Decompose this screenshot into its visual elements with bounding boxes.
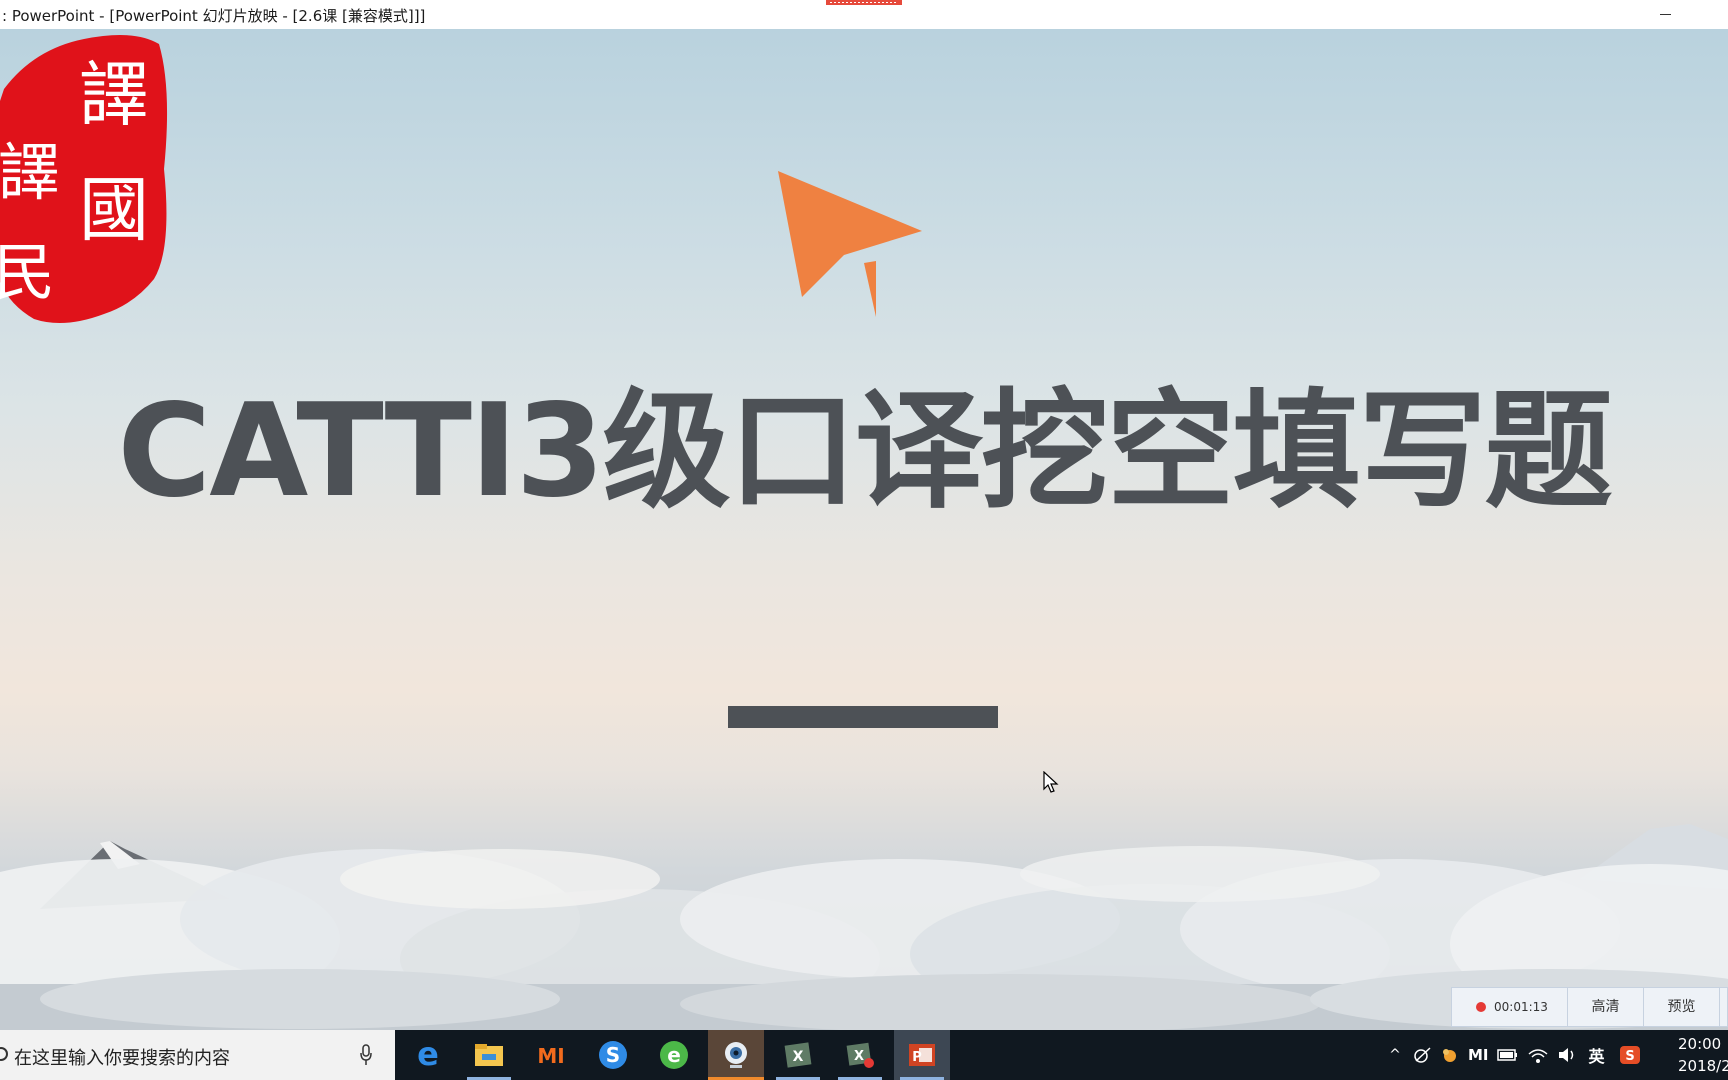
taskbar-app-mi[interactable]: MI [523,1030,579,1080]
webcam-icon [725,1042,747,1068]
quality-button[interactable]: 高清 [1568,988,1644,1026]
taskbar-app-webcam-recorder[interactable] [708,1030,764,1080]
show-hidden-icons-icon[interactable]: ^ [1384,1047,1406,1063]
recording-timer[interactable]: 00:01:13 [1452,988,1568,1026]
seal-logo: 譯 國 譯 民 [0,35,168,323]
record-dot-icon [1476,1002,1486,1012]
svg-text:X: X [793,1049,804,1065]
svg-text:國: 國 [79,169,149,251]
screen-recorder-panel: 00:01:13 高清 预览 [1451,987,1728,1027]
volume-icon[interactable] [1557,1046,1579,1064]
svg-text:民: 民 [0,236,55,309]
svg-text:P: P [912,1050,922,1065]
paper-plane-icon [778,171,922,317]
recording-time: 00:01:13 [1494,1000,1548,1014]
taskbar-app-edge[interactable]: e [400,1030,456,1080]
excel-record-icon: X [846,1042,874,1068]
svg-text:e: e [667,1043,681,1067]
sogou-browser-icon: S [599,1041,627,1069]
taskbar-app-excel-record[interactable]: X [832,1030,888,1080]
svg-text:S: S [1625,1049,1634,1064]
preview-button[interactable]: 预览 [1644,988,1720,1026]
taskbar-app-sogou-browser[interactable]: S [585,1030,641,1080]
microphone-icon[interactable] [360,1044,372,1066]
taskbar-app-powerpoint[interactable]: P [894,1030,950,1080]
ie-browser-icon: e [660,1041,688,1069]
search-placeholder: 在这里输入你要搜索的内容 [14,1048,230,1069]
edge-icon: e [417,1040,439,1070]
taskbar: 在这里输入你要搜索的内容 e MI S e X X P ^ MI 英 S 20:… [0,1030,1728,1080]
sogou-ime-icon[interactable]: S [1619,1045,1641,1065]
svg-text:S: S [606,1043,620,1067]
taskbar-app-excel[interactable]: X [770,1030,826,1080]
file-explorer-icon [475,1044,503,1066]
system-tray: ^ MI 英 S [1384,1030,1641,1080]
battery-icon[interactable] [1496,1048,1519,1062]
slide-title: CATTI3级口译挖空填写题 [117,377,1612,526]
clock-time: 20:00 [1678,1035,1722,1053]
taskbar-app-ie-browser[interactable]: e [646,1030,702,1080]
search-icon [0,1047,8,1061]
mouse-cursor-icon [1043,771,1059,793]
svg-text:譯: 譯 [0,136,60,209]
svg-text:MI: MI [537,1044,564,1067]
clock-date: 2018/2 [1678,1057,1728,1075]
wifi-icon[interactable] [1527,1046,1549,1064]
powerpoint-icon: P [909,1044,935,1066]
mi-tray-icon[interactable]: MI [1468,1046,1489,1064]
window-title-bar[interactable]: : PowerPoint - [PowerPoint 幻灯片放映 - [2.6课… [0,0,1728,30]
window-title: : PowerPoint - [PowerPoint 幻灯片放映 - [2.6课… [2,7,426,25]
taskbar-search-box[interactable]: 在这里输入你要搜索的内容 [0,1030,395,1080]
satellite-icon[interactable] [1412,1045,1434,1065]
svg-text:譯: 譯 [79,54,149,136]
taskbar-clock[interactable]: 20:00 2018/2 [1678,1033,1728,1077]
mi-icon: MI [537,1044,564,1067]
minimize-button[interactable] [1642,0,1688,29]
ime-language-indicator[interactable]: 英 [1589,1043,1605,1067]
excel-icon: X [784,1042,812,1068]
recorder-drag-handle[interactable] [826,0,902,5]
slide-canvas: 譯 國 譯 民 CATTI3级口译挖空填写题 [0,29,1728,1030]
title-underline-bar [728,706,998,728]
taskbar-app-file-explorer[interactable] [461,1030,517,1080]
svg-text:X: X [854,1049,864,1064]
squirrel-icon[interactable] [1440,1045,1460,1065]
svg-text:e: e [417,1040,439,1070]
